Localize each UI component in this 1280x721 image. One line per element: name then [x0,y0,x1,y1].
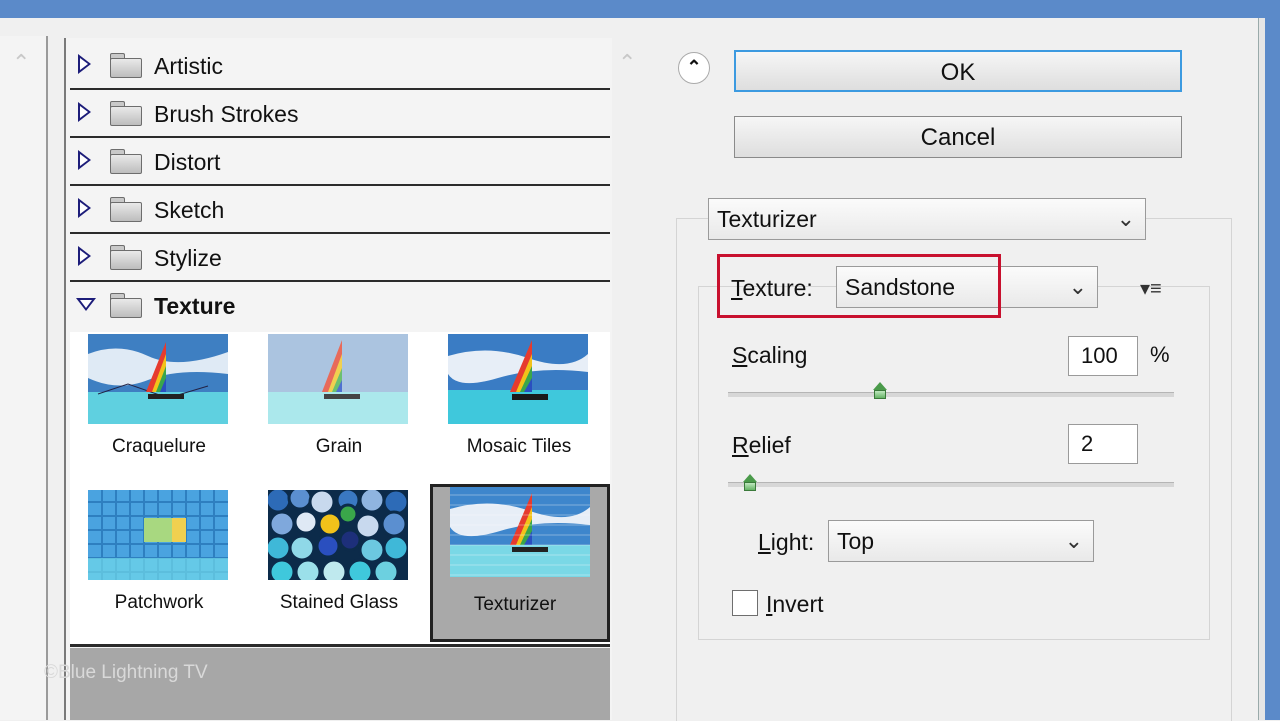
chevron-down-icon: ⌄ [1068,274,1087,299]
window-right-edge [1258,0,1280,720]
mosaic-tiles-preview-image [448,334,588,424]
relief-slider-track[interactable] [728,482,1174,487]
thumb-label: Stained Glass [279,592,399,613]
folder-sketch[interactable]: Sketch [70,186,610,234]
folder-label: Sketch [154,197,225,223]
thumb-label: Patchwork [114,592,204,613]
collapse-triangle-icon[interactable] [76,298,96,311]
thumb-label: Mosaic Tiles [466,436,572,457]
texture-menu-icon[interactable]: ▾≡ [1140,276,1162,301]
thumb-texturizer[interactable]: Texturizer [430,484,610,642]
cancel-button[interactable]: Cancel [734,116,1182,158]
expand-triangle-icon[interactable] [78,198,91,218]
scaling-label: Scaling [732,342,808,368]
folder-label: Distort [154,149,221,175]
expand-triangle-icon[interactable] [78,102,91,122]
texturizer-preview-image [450,487,590,577]
gallery-scroll-up-icon[interactable]: ⌃ [618,50,636,76]
thumb-stained-glass[interactable]: Stained Glass [254,488,408,638]
folder-texture[interactable]: Texture [70,282,610,328]
invert-label: Invert [766,591,824,617]
gallery-footer [70,648,610,720]
light-select[interactable]: Top ⌄ [828,520,1094,562]
folder-stylize[interactable]: Stylize [70,234,610,282]
folder-icon [110,197,142,222]
stained-glass-preview-image [268,490,408,580]
folder-label: Artistic [154,53,223,79]
thumb-label: Craquelure [112,436,206,457]
light-label: Light: [758,529,815,555]
expand-triangle-icon[interactable] [78,150,91,170]
thumb-patchwork[interactable]: Patchwork [74,488,228,638]
double-chevron-up-icon: ⌃ [686,57,702,77]
folder-brush-strokes[interactable]: Brush Strokes [70,90,610,138]
collapse-gallery-button[interactable]: ⌃ [678,52,710,84]
scaling-slider-track[interactable] [728,392,1174,397]
thumb-grain[interactable]: Grain [254,332,408,482]
folder-icon [110,149,142,174]
open-folder-icon [110,293,142,318]
folder-label: Stylize [154,245,222,271]
scroll-up-icon[interactable]: ⌃ [12,50,30,76]
ok-button[interactable]: OK [734,50,1182,92]
expand-triangle-icon[interactable] [78,246,91,266]
scaling-slider-handle[interactable] [873,382,887,400]
folder-label: Texture [154,293,236,319]
folder-icon [110,101,142,126]
window-title-bar [0,0,1280,18]
chevron-down-icon: ⌄ [1064,528,1083,553]
scaling-unit: % [1150,342,1170,367]
folder-label: Brush Strokes [154,101,299,127]
relief-input[interactable]: 2 [1068,424,1138,464]
folder-icon [110,53,142,78]
filter-select[interactable]: Texturizer ⌄ [708,198,1146,240]
chevron-down-icon: ⌄ [1116,206,1135,231]
preview-pane: ⌃ [0,36,48,720]
relief-label: Relief [732,432,791,458]
filter-select-value: Texturizer [717,206,817,232]
thumb-craquelure[interactable]: Craquelure [74,332,228,482]
folder-artistic[interactable]: Artistic [70,42,610,90]
grain-preview-image [268,334,408,424]
craquelure-preview-image [88,334,228,424]
watermark: ©Blue Lightning TV [44,662,208,683]
filter-gallery: ⌃ Artistic Brush Strokes Distort Sketch … [64,38,636,720]
folder-icon [110,245,142,270]
expand-triangle-icon[interactable] [78,54,91,74]
highlight-box [717,254,1001,318]
texture-thumbnails: Craquelure Grain Mosaic Tiles Patchwork … [70,332,610,647]
relief-slider-handle[interactable] [743,474,757,492]
scaling-input[interactable]: 100 [1068,336,1138,376]
invert-checkbox[interactable] [732,590,758,616]
patchwork-preview-image [88,490,228,580]
folder-distort[interactable]: Distort [70,138,610,186]
thumb-label: Texturizer [473,594,557,615]
thumb-label: Grain [315,436,363,457]
light-select-value: Top [837,528,875,554]
thumb-mosaic-tiles[interactable]: Mosaic Tiles [434,332,588,482]
